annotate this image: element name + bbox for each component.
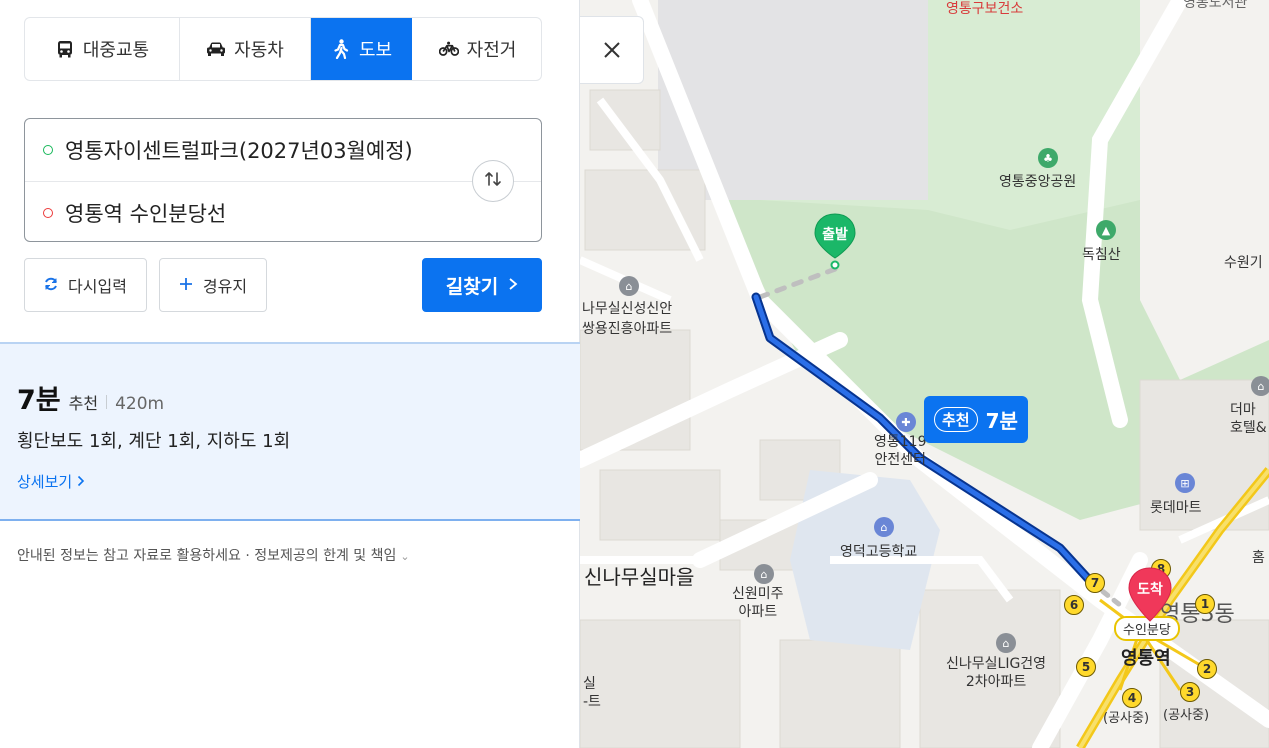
subway-exit-1[interactable]: 1 (1195, 594, 1215, 614)
map-label-apt-shinan: 나무실신성신안 (582, 301, 673, 317)
map-label-construction-1: (공사중) (1103, 711, 1150, 726)
refresh-icon (44, 276, 58, 295)
map-label-safety-center: 영통119 안전센터 (874, 434, 927, 468)
route-badge-tag: 추천 (934, 407, 978, 432)
chevron-right-icon (508, 274, 518, 296)
close-panel-button[interactable] (580, 16, 644, 84)
bicycle-icon (438, 39, 459, 59)
apartment-icon[interactable]: ⌂ (619, 276, 639, 296)
map-label-station: 영통역 (1121, 648, 1171, 669)
tab-bicycle[interactable]: 자전거 (412, 18, 541, 80)
tab-label: 대중교통 (82, 40, 150, 61)
shopping-icon[interactable]: ⊞ (1175, 473, 1195, 493)
subway-exit-5[interactable]: 5 (1076, 657, 1096, 677)
tab-public-transit[interactable]: 대중교통 (25, 18, 180, 80)
tab-label: 자동차 (234, 40, 284, 61)
destination-text: 영통역 수인분당선 (65, 201, 227, 226)
start-pin-label: 출발 (822, 227, 848, 243)
map-label-health-center: 영통구보건소 (946, 1, 1024, 17)
subway-exit-2[interactable]: 2 (1197, 659, 1217, 679)
map-label-apt-ssangyong: 쌍용진흥아파트 (582, 321, 673, 337)
subway-exit-3[interactable]: 3 (1180, 682, 1200, 702)
hotel-icon[interactable]: ⌂ (1251, 376, 1269, 396)
subway-exit-4[interactable]: 4 (1122, 688, 1142, 708)
map-label-mountain: 독침산 (1082, 247, 1121, 263)
bus-icon (55, 39, 75, 59)
map-label-park: 영통중앙공원 (999, 174, 1077, 190)
chevron-right-icon (77, 473, 85, 491)
map-label-apt-miju: 신원미주 아파트 (732, 586, 784, 620)
map-label-apt-lig: 신나무실LIG건영 2차아파트 (946, 656, 1047, 690)
tab-label: 자전거 (466, 40, 517, 61)
destination-marker[interactable]: 도착 (1125, 566, 1175, 626)
result-time: 7분 (17, 385, 61, 416)
result-summary-line: 7분 추천 420m (17, 378, 164, 417)
find-route-button[interactable]: 길찾기 (422, 258, 542, 312)
route-time-badge[interactable]: 추천 7분 (924, 396, 1028, 443)
walk-icon (331, 39, 351, 59)
result-distance: 420m (115, 394, 165, 414)
reset-label: 다시입력 (68, 277, 127, 296)
map-label-suwon: 수원기 (1224, 255, 1263, 271)
plus-icon (179, 276, 193, 295)
origin-field[interactable]: 영통자이센트럴파크(2027년03월예정) (25, 119, 465, 181)
directions-panel: 대중교통 자동차 도보 자전거 영통자이센트럴파크(2027년03월예정) 영통… (0, 0, 580, 748)
mountain-icon[interactable]: ▲ (1096, 220, 1116, 240)
map-label-lotte: 롯데마트 (1150, 500, 1202, 516)
origin-text: 영통자이센트럴파크(2027년03월예정) (65, 139, 413, 163)
disclaimer-text: 안내된 정보는 참고 자료로 활용하세요 · 정보제공의 한계 및 책임 (17, 548, 397, 564)
route-input-box: 영통자이센트럴파크(2027년03월예정) 영통역 수인분당선 (24, 118, 542, 242)
map-label-edge-hom: 홈 (1252, 550, 1265, 566)
destination-field[interactable]: 영통역 수인분당선 (25, 181, 541, 243)
route-badge-time: 7분 (985, 409, 1018, 433)
result-badge: 추천 (68, 394, 99, 413)
map-label-construction-2: (공사중) (1163, 708, 1210, 723)
fire-station-icon[interactable]: ✚ (896, 412, 916, 432)
separator (106, 395, 108, 409)
search-label: 길찾기 (445, 275, 499, 298)
map-label-school: 영덕고등학교 (840, 544, 918, 560)
waypoint-label: 경유지 (202, 277, 248, 296)
disclaimer-notice[interactable]: 안내된 정보는 참고 자료로 활용하세요 · 정보제공의 한계 및 책임 ⌄ (17, 545, 410, 565)
add-waypoint-button[interactable]: 경유지 (159, 258, 267, 312)
destination-pin-label: 도착 (1137, 582, 1163, 598)
map-label-village: 신나무실마을 (584, 565, 695, 589)
apartment-icon[interactable]: ⌂ (754, 564, 774, 584)
detail-link-label: 상세보기 (17, 473, 73, 491)
destination-dot-icon (43, 207, 53, 218)
transport-mode-tabs: 대중교통 자동차 도보 자전거 (24, 17, 542, 81)
swap-icon (483, 171, 503, 191)
tab-label: 도보 (358, 40, 393, 61)
park-icon[interactable]: ♣ (1038, 148, 1058, 168)
close-icon (602, 34, 622, 67)
car-icon (206, 39, 226, 59)
chevron-down-icon: ⌄ (400, 550, 410, 563)
reset-input-button[interactable]: 다시입력 (24, 258, 147, 312)
tab-car[interactable]: 자동차 (180, 18, 311, 80)
map-label-hotel: 더마 호텔& (1230, 402, 1267, 436)
map-label-edge-bottom-left: 실 -트 (583, 676, 601, 710)
apartment-icon[interactable]: ⌂ (996, 633, 1016, 653)
subway-exit-6[interactable]: 6 (1064, 595, 1084, 615)
start-marker[interactable]: 출발 (812, 212, 858, 270)
map-label-library: 영통도서관 (1183, 0, 1248, 11)
result-detail-summary: 횡단보도 1회, 계단 1회, 지하도 1회 (17, 431, 291, 452)
route-result-card[interactable]: 7분 추천 420m 횡단보도 1회, 계단 1회, 지하도 1회 상세보기 (0, 342, 580, 521)
tab-walk[interactable]: 도보 (311, 18, 412, 80)
subway-exit-7[interactable]: 7 (1085, 573, 1105, 593)
swap-route-button[interactable] (472, 160, 514, 202)
school-icon[interactable]: ⌂ (874, 517, 894, 537)
origin-dot-icon (43, 145, 53, 155)
detail-link[interactable]: 상세보기 (17, 471, 85, 492)
